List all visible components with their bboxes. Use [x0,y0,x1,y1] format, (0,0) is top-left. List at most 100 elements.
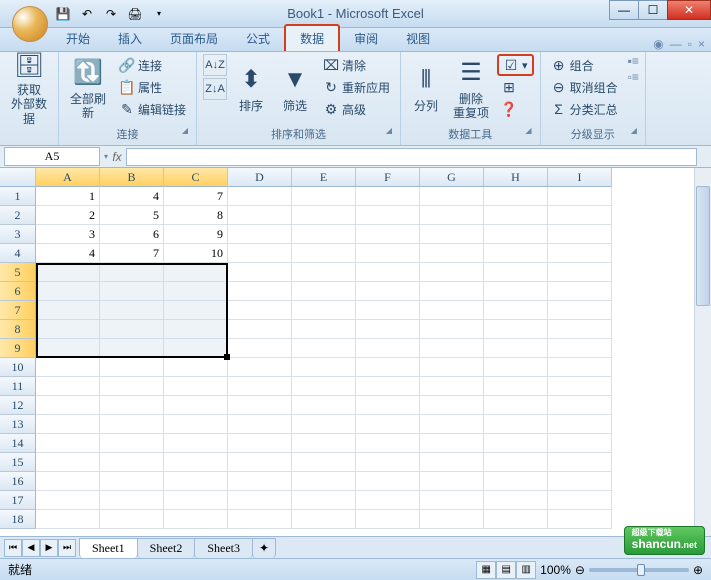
row-header-4[interactable]: 4 [0,244,36,263]
cell-F5[interactable] [356,263,420,282]
cell-D1[interactable] [228,187,292,206]
cell-G10[interactable] [420,358,484,377]
qat-dropdown-icon[interactable]: ▾ [148,3,170,25]
cell-I17[interactable] [548,491,612,510]
cell-E13[interactable] [292,415,356,434]
cell-D4[interactable] [228,244,292,263]
cell-G3[interactable] [420,225,484,244]
formula-bar[interactable] [126,148,697,166]
cell-G16[interactable] [420,472,484,491]
cell-G13[interactable] [420,415,484,434]
tab-formulas[interactable]: 公式 [232,26,284,51]
consolidate-button[interactable]: ⊞ [497,76,534,98]
cell-G5[interactable] [420,263,484,282]
row-header-16[interactable]: 16 [0,472,36,491]
sheet-tab-3[interactable]: Sheet3 [194,538,253,558]
cell-E5[interactable] [292,263,356,282]
cell-B11[interactable] [100,377,164,396]
cell-F8[interactable] [356,320,420,339]
cell-I2[interactable] [548,206,612,225]
cell-H9[interactable] [484,339,548,358]
cell-E12[interactable] [292,396,356,415]
col-header-G[interactable]: G [420,168,484,187]
tab-view[interactable]: 视图 [392,26,444,51]
cell-F2[interactable] [356,206,420,225]
cell-I5[interactable] [548,263,612,282]
close-button[interactable]: ✕ [667,0,711,20]
clear-filter-button[interactable]: ⌧清除 [319,54,394,76]
cell-G2[interactable] [420,206,484,225]
cell-B1[interactable]: 4 [100,187,164,206]
zoom-in-button[interactable]: ⊕ [693,563,703,577]
cell-B12[interactable] [100,396,164,415]
cell-F13[interactable] [356,415,420,434]
cell-G14[interactable] [420,434,484,453]
minimize-button[interactable]: — [609,0,639,20]
cell-E9[interactable] [292,339,356,358]
cell-G7[interactable] [420,301,484,320]
cell-B8[interactable] [100,320,164,339]
refresh-all-button[interactable]: 🔃 全部刷新 [65,54,111,124]
cell-C1[interactable]: 7 [164,187,228,206]
cell-A3[interactable]: 3 [36,225,100,244]
cell-C18[interactable] [164,510,228,529]
office-button[interactable] [12,6,48,42]
cell-I15[interactable] [548,453,612,472]
cell-C4[interactable]: 10 [164,244,228,263]
cell-H4[interactable] [484,244,548,263]
cell-I4[interactable] [548,244,612,263]
cell-E2[interactable] [292,206,356,225]
cell-F12[interactable] [356,396,420,415]
text-to-columns-button[interactable]: ⫴ 分列 [407,54,445,124]
hide-detail-icon[interactable]: ▫≡ [628,70,639,84]
cell-E6[interactable] [292,282,356,301]
cell-B6[interactable] [100,282,164,301]
data-validation-button[interactable]: ☑▾ [497,54,534,76]
cell-F18[interactable] [356,510,420,529]
subtotal-button[interactable]: Σ分类汇总 [547,98,622,120]
cell-B4[interactable]: 7 [100,244,164,263]
cell-H18[interactable] [484,510,548,529]
cell-C7[interactable] [164,301,228,320]
row-header-7[interactable]: 7 [0,301,36,320]
cell-D2[interactable] [228,206,292,225]
col-header-C[interactable]: C [164,168,228,187]
cell-H11[interactable] [484,377,548,396]
tab-data[interactable]: 数据 [284,24,340,51]
pagebreak-view-button[interactable]: ▥ [516,561,536,579]
ungroup-button[interactable]: ⊖取消组合 [547,76,622,98]
select-all-corner[interactable] [0,168,36,187]
cell-C11[interactable] [164,377,228,396]
cell-D18[interactable] [228,510,292,529]
cell-F1[interactable] [356,187,420,206]
cell-G18[interactable] [420,510,484,529]
cell-A13[interactable] [36,415,100,434]
cell-I11[interactable] [548,377,612,396]
row-header-15[interactable]: 15 [0,453,36,472]
cell-A1[interactable]: 1 [36,187,100,206]
cell-I9[interactable] [548,339,612,358]
cell-A11[interactable] [36,377,100,396]
cell-H17[interactable] [484,491,548,510]
row-header-5[interactable]: 5 [0,263,36,282]
name-box[interactable] [4,147,100,166]
cell-I1[interactable] [548,187,612,206]
cell-G1[interactable] [420,187,484,206]
properties-button[interactable]: 📋属性 [115,76,190,98]
row-header-12[interactable]: 12 [0,396,36,415]
tab-insert[interactable]: 插入 [104,26,156,51]
cell-A2[interactable]: 2 [36,206,100,225]
cell-D16[interactable] [228,472,292,491]
zoom-slider[interactable] [589,568,689,572]
row-header-8[interactable]: 8 [0,320,36,339]
cell-C12[interactable] [164,396,228,415]
cell-H12[interactable] [484,396,548,415]
cell-A8[interactable] [36,320,100,339]
fx-icon[interactable]: fx [108,150,126,164]
new-sheet-button[interactable]: ✦ [252,538,276,558]
cell-F15[interactable] [356,453,420,472]
cell-H8[interactable] [484,320,548,339]
cell-C3[interactable]: 9 [164,225,228,244]
cell-C13[interactable] [164,415,228,434]
row-header-13[interactable]: 13 [0,415,36,434]
